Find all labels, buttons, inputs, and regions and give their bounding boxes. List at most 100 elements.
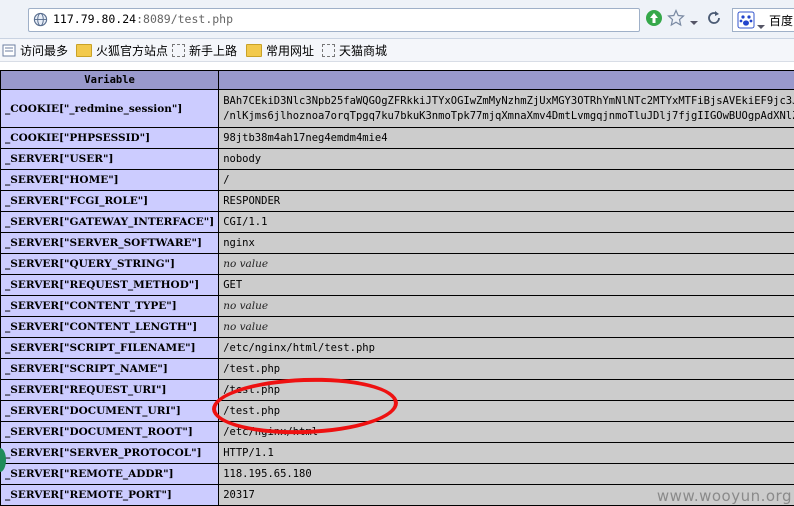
bookmark-tmall[interactable]: 天猫商城 xyxy=(322,42,387,59)
variable-value-cell: /test.php xyxy=(219,380,794,400)
variable-value-cell: GET xyxy=(219,275,794,295)
table-row: _SERVER["SERVER_PROTOCOL"] HTTP/1.1 xyxy=(1,443,794,463)
address-bar[interactable]: 117.79.80.24:8089/test.php xyxy=(28,8,640,32)
variable-value-cell: nobody xyxy=(219,149,794,169)
variable-name-cell: _SERVER["FCGI_ROLE"] xyxy=(1,191,219,211)
variable-value-cell: 98jtb38m4ah17neg4emdm4mie4 xyxy=(219,128,794,148)
table-row: _SERVER["FCGI_ROLE"] RESPONDER xyxy=(1,191,794,211)
reload-icon[interactable] xyxy=(705,9,723,31)
no-value-text: no value xyxy=(223,258,269,270)
table-row: _SERVER["DOCUMENT_URI"] /test.php xyxy=(1,401,794,421)
bookmark-star-icon[interactable] xyxy=(667,9,685,31)
navigation-toolbar: 117.79.80.24:8089/test.php 百度 xyxy=(0,0,794,39)
go-arrow-icon[interactable] xyxy=(645,9,663,31)
variable-name-cell: _SERVER["CONTENT_LENGTH"] xyxy=(1,317,219,337)
value-text: HTTP/1.1 xyxy=(223,447,274,459)
value-text: nobody xyxy=(223,153,262,165)
table-row: _SERVER["CONTENT_LENGTH"] no value xyxy=(1,317,794,337)
variable-name-cell: _SERVER["DOCUMENT_ROOT"] xyxy=(1,422,219,442)
value-text: /test.php xyxy=(223,363,281,375)
variable-value-cell: /test.php xyxy=(219,401,794,421)
variable-value-cell: /etc/nginx/html/test.php xyxy=(219,338,794,358)
table-row: _SERVER["DOCUMENT_ROOT"] /etc/nginx/html xyxy=(1,422,794,442)
variable-value-cell: /etc/nginx/html xyxy=(219,422,794,442)
bookmark-label: 天猫商城 xyxy=(339,44,388,58)
value-text: RESPONDER xyxy=(223,195,281,207)
globe-icon xyxy=(33,12,48,27)
variable-value-cell: HTTP/1.1 xyxy=(219,443,794,463)
value-text: 118.195.65.180 xyxy=(223,468,312,480)
value-text: /test.php xyxy=(223,384,281,396)
variable-name-cell: _SERVER["DOCUMENT_URI"] xyxy=(1,401,219,421)
bookmark-getting-started[interactable]: 新手上路 xyxy=(172,42,237,59)
table-header-row: Variable xyxy=(1,71,794,89)
variable-value-cell: BAh7CEkiD3Nlc3Npb25faWQGOgZFRkkiJTYxOGIw… xyxy=(219,90,794,127)
variable-value-cell: RESPONDER xyxy=(219,191,794,211)
no-value-text: no value xyxy=(223,321,269,333)
value-text: /etc/nginx/html xyxy=(223,426,319,438)
column-header-variable: Variable xyxy=(1,71,219,89)
table-row: _SERVER["REQUEST_METHOD"] GET xyxy=(1,275,794,295)
phpinfo-variables-table: Variable _COOKIE["_redmine_session"] BAh7… xyxy=(0,70,794,506)
variable-name-cell: _SERVER["REMOTE_PORT"] xyxy=(1,485,219,505)
variable-value-cell: no value xyxy=(219,317,794,337)
page-content: Variable _COOKIE["_redmine_session"] BAh7… xyxy=(0,62,794,506)
value-text: CGI/1.1 xyxy=(223,216,268,228)
dropdown-arrow-icon[interactable] xyxy=(689,13,699,32)
value-text: GET xyxy=(223,279,243,291)
variable-value-cell: / xyxy=(219,170,794,190)
bookmark-label: 访问最多 xyxy=(20,44,69,58)
table-row: _COOKIE["_redmine_session"] BAh7CEkiD3Nlc… xyxy=(1,90,794,127)
bookmark-most-visited[interactable]: 访问最多 xyxy=(2,42,68,59)
variable-name-cell: _SERVER["REQUEST_METHOD"] xyxy=(1,275,219,295)
bookmark-common-sites[interactable]: 常用网址 xyxy=(246,42,314,59)
folder-icon xyxy=(246,44,262,57)
table-row: _SERVER["GATEWAY_INTERFACE"] CGI/1.1 xyxy=(1,212,794,232)
table-row: _SERVER["REMOTE_ADDR"] 118.195.65.180 xyxy=(1,464,794,484)
bookmark-firefox-official[interactable]: 火狐官方站点 xyxy=(76,42,168,59)
value-text: 20317 xyxy=(223,489,255,501)
table-body: _COOKIE["_redmine_session"] BAh7CEkiD3Nlc… xyxy=(1,90,794,505)
variable-value-cell: CGI/1.1 xyxy=(219,212,794,232)
bookmark-label: 新手上路 xyxy=(189,44,238,58)
value-text: 98jtb38m4ah17neg4emdm4mie4 xyxy=(223,132,388,144)
variable-name-cell: _COOKIE["PHPSESSID"] xyxy=(1,128,219,148)
url-host: 117.79.80.24 xyxy=(53,12,137,26)
table-row: _SERVER["HOME"] / xyxy=(1,170,794,190)
bookmark-label: 火狐官方站点 xyxy=(96,44,169,58)
bookmark-label: 常用网址 xyxy=(266,44,315,58)
variable-name-cell: _SERVER["GATEWAY_INTERFACE"] xyxy=(1,212,219,232)
table-row: _SERVER["QUERY_STRING"] no value xyxy=(1,254,794,274)
variable-value-cell: no value xyxy=(219,296,794,316)
column-header-value xyxy=(219,71,794,89)
variable-name-cell: _SERVER["SERVER_PROTOCOL"] xyxy=(1,443,219,463)
search-box[interactable]: 百度 xyxy=(732,8,794,32)
value-text: /test.php xyxy=(223,405,281,417)
url-text: 117.79.80.24:8089/test.php xyxy=(53,12,233,26)
search-engine-label: 百度 xyxy=(769,14,794,28)
folder-icon xyxy=(76,44,92,57)
variable-name-cell: _SERVER["QUERY_STRING"] xyxy=(1,254,219,274)
variable-name-cell: _SERVER["REQUEST_URI"] xyxy=(1,380,219,400)
variable-name-cell: _SERVER["SCRIPT_FILENAME"] xyxy=(1,338,219,358)
watermark: www.wooyun.org xyxy=(656,487,792,505)
variable-value-cell: /test.php xyxy=(219,359,794,379)
variable-name-cell: _SERVER["SCRIPT_NAME"] xyxy=(1,359,219,379)
page-icon xyxy=(322,44,335,57)
search-engine-dropdown-icon[interactable] xyxy=(757,16,765,35)
baidu-logo-icon[interactable] xyxy=(737,11,755,33)
no-value-text: no value xyxy=(223,300,269,312)
variable-name-cell: _SERVER["USER"] xyxy=(1,149,219,169)
table-row: _COOKIE["PHPSESSID"] 98jtb38m4ah17neg4emd… xyxy=(1,128,794,148)
value-line: /nlKjms6jlhoznoa7orqTpgq7ku7bkuK3nmoTpk7… xyxy=(223,109,794,122)
table-row: _SERVER["USER"] nobody xyxy=(1,149,794,169)
table-row: _SERVER["SERVER_SOFTWARE"] nginx xyxy=(1,233,794,253)
variable-name-cell: _SERVER["REMOTE_ADDR"] xyxy=(1,464,219,484)
variable-name-cell: _SERVER["HOME"] xyxy=(1,170,219,190)
bookmark-page-icon xyxy=(2,44,16,57)
variable-name-cell: _SERVER["SERVER_SOFTWARE"] xyxy=(1,233,219,253)
bookmarks-toolbar: 访问最多 火狐官方站点 新手上路 常用网址 天猫商城 xyxy=(0,39,794,62)
value-text: nginx xyxy=(223,237,255,249)
value-text: / xyxy=(223,174,230,186)
variable-value-cell: no value xyxy=(219,254,794,274)
